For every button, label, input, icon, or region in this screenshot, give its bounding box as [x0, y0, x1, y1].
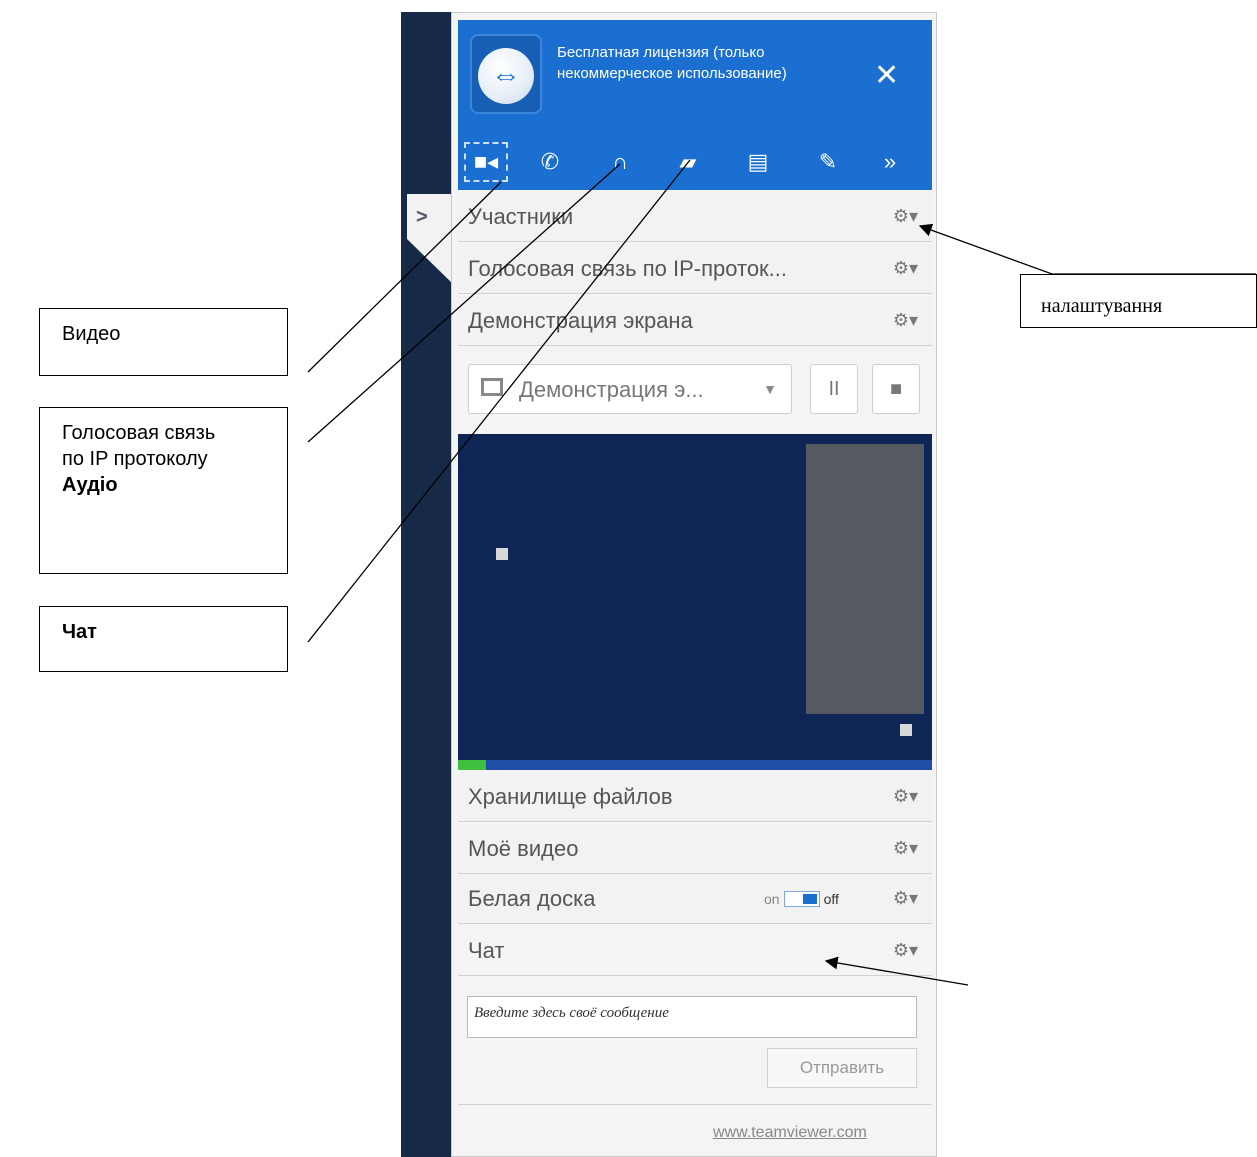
section-label: Моё видео [468, 836, 579, 861]
section-label: Белая доска [468, 886, 596, 911]
whiteboard-toggle[interactable]: on off [764, 891, 839, 907]
file-icon[interactable]: ▤ [736, 142, 780, 182]
callout-voip-line1: Голосовая связь [62, 422, 216, 444]
preview-taskbar [458, 760, 932, 770]
gear-icon[interactable]: ⚙▾ [893, 310, 918, 331]
pause-button[interactable]: II [810, 364, 858, 414]
callout-voip-line3: Аудіо [62, 474, 118, 496]
toggle-off-label: off [823, 891, 839, 907]
section-my-video[interactable]: Моё видео ⚙▾ [458, 824, 932, 874]
callout-video: Видео [39, 308, 288, 376]
section-label: Демонстрация экрана [468, 308, 693, 333]
preview-start-button [458, 760, 486, 770]
section-screen-share[interactable]: Демонстрация экрана ⚙▾ [458, 296, 932, 346]
voip-icon[interactable]: ✆ [528, 142, 572, 182]
gear-icon[interactable]: ⚙▾ [893, 206, 918, 227]
desktop-icon [900, 724, 912, 736]
section-label: Участники [468, 204, 574, 229]
section-label: Чат [468, 938, 505, 963]
teamviewer-logo-icon: ⇔ [478, 48, 534, 104]
whiteboard-icon[interactable]: ✎ [806, 142, 850, 182]
preview-window [806, 444, 924, 714]
callout-chat: Чат [39, 606, 288, 672]
close-icon[interactable]: ✕ [874, 58, 899, 93]
chevron-down-icon: ▼ [763, 381, 777, 397]
send-button[interactable]: Отправить [767, 1048, 917, 1088]
share-dropdown-label: Демонстрация э... [519, 377, 704, 402]
license-title: Бесплатная лицензия (только некоммерческ… [557, 44, 787, 82]
gear-icon[interactable]: ⚙▾ [893, 888, 918, 909]
section-label: Хранилище файлов [468, 784, 673, 809]
footer-divider [458, 1104, 932, 1105]
toggle-switch[interactable] [783, 891, 820, 907]
section-chat[interactable]: Чат ⚙▾ [458, 926, 932, 976]
gear-icon[interactable]: ⚙▾ [893, 786, 918, 807]
callout-settings-text: налаштування [1041, 295, 1163, 317]
gear-icon[interactable]: ⚙▾ [893, 838, 918, 859]
section-participants[interactable]: Участники ⚙▾ [458, 192, 932, 242]
stop-button[interactable]: ■ [872, 364, 920, 414]
callout-voip-line2: по IP протоколу [62, 448, 208, 470]
chat-icon[interactable]: ▰ [666, 142, 710, 182]
teamviewer-link[interactable]: www.teamviewer.com [713, 1124, 867, 1142]
gear-icon[interactable]: ⚙▾ [893, 940, 918, 961]
chat-input[interactable]: Введите здесь своё сообщение [467, 996, 917, 1038]
arrow-settings [918, 223, 1256, 275]
headset-icon[interactable]: ∩ [598, 142, 642, 182]
section-voip[interactable]: Голосовая связь по IP-проток... ⚙▾ [458, 244, 932, 294]
side-dark-strip [401, 12, 451, 1157]
callout-settings: налаштування [1020, 274, 1257, 328]
callout-video-text: Видео [62, 323, 121, 345]
toggle-knob [802, 894, 817, 904]
video-icon[interactable]: ■◂ [464, 142, 508, 182]
callout-chat-text: Чат [62, 621, 97, 643]
section-file-storage[interactable]: Хранилище файлов ⚙▾ [458, 772, 932, 822]
gear-icon[interactable]: ⚙▾ [893, 258, 918, 279]
toggle-on-label: on [764, 891, 780, 907]
monitor-icon [481, 378, 503, 396]
collapse-arrow-icon[interactable]: > [416, 206, 428, 229]
section-label: Голосовая связь по IP-проток... [468, 256, 788, 281]
section-whiteboard[interactable]: Белая доска on off ⚙▾ [458, 874, 932, 924]
more-icon[interactable]: » [868, 142, 912, 182]
desktop-icon [496, 548, 508, 560]
share-dropdown[interactable]: Демонстрация э... ▼ [468, 364, 792, 414]
callout-voip: Голосовая связь по IP протоколу Аудіо [39, 407, 288, 574]
